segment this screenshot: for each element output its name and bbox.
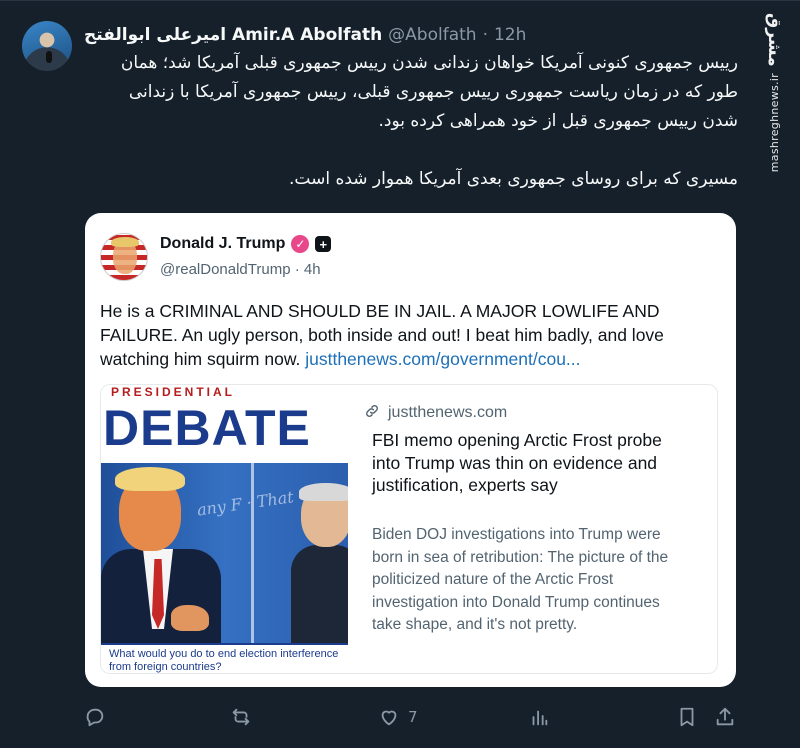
bookmark-button[interactable] <box>676 701 698 733</box>
banner-top-text: PRESIDENTIAL <box>111 385 236 399</box>
author-name-fa[interactable]: امیرعلی ابوالفتح <box>84 25 226 45</box>
author-avatar[interactable] <box>22 21 72 71</box>
quoted-time[interactable]: 4h <box>304 261 321 278</box>
verified-badge-icon: ✓ <box>291 235 310 253</box>
plus-badge-icon: + <box>315 236 332 252</box>
link-preview-card[interactable]: PRESIDENTIAL DEBATE any F · That · Peopl… <box>100 384 718 674</box>
tweet-text: رییس جمهوری کنونی آمریکا خواهان زندانی ش… <box>90 49 738 194</box>
watermark-logo: مشرق <box>764 13 784 67</box>
image-chyron: What would you do to end election interf… <box>101 643 348 673</box>
tweet-paragraph-1: رییس جمهوری کنونی آمریکا خواهان زندانی ش… <box>120 53 738 131</box>
views-button[interactable] <box>528 701 550 733</box>
link-title[interactable]: FBI memo opening Arctic Frost probe into… <box>372 429 692 497</box>
quoted-author-name[interactable]: Donald J. Trump <box>160 235 285 253</box>
retweet-button[interactable] <box>230 701 252 733</box>
like-button[interactable]: 7 <box>378 701 418 733</box>
watermark-url: mashreghnews.ir <box>767 72 781 172</box>
tweet-paragraph-2: مسیری که برای روسای جمهوری بعدی آمریکا ه… <box>288 169 738 189</box>
tweet-header: امیرعلی ابوالفتح Amir.A Abolfath @Abolfa… <box>84 23 526 47</box>
quoted-meta: @realDonaldTrump · 4h <box>160 261 321 278</box>
quoted-text: He is a CRIMINAL AND SHOULD BE IN JAIL. … <box>100 299 720 371</box>
author-handle[interactable]: @Abolfath <box>388 25 476 45</box>
debate-stage: any F · That · People · the R <box>101 463 348 649</box>
quoted-author-avatar[interactable] <box>100 233 148 281</box>
author-name[interactable]: Amir.A Abolfath <box>232 25 382 45</box>
tweet-time[interactable]: 12h <box>494 25 526 45</box>
share-button[interactable] <box>714 701 736 733</box>
reply-button[interactable] <box>84 701 106 733</box>
tweet-actions: 7 <box>84 701 750 733</box>
quoted-header: Donald J. Trump ✓ + <box>160 233 332 255</box>
quoted-separator: · <box>294 261 300 278</box>
watermark: مشرق mashreghnews.ir <box>756 13 792 172</box>
like-count: 7 <box>408 708 418 726</box>
reply-icon <box>86 708 104 727</box>
quoted-handle[interactable]: @realDonaldTrump <box>160 261 291 278</box>
banner-word: DEBATE <box>103 400 311 456</box>
quoted-tweet[interactable]: Donald J. Trump ✓ + @realDonaldTrump · 4… <box>85 213 736 687</box>
link-domain: justthenews.com <box>388 404 508 421</box>
share-icon <box>716 707 734 726</box>
tweet[interactable]: امیرعلی ابوالفتح Amir.A Abolfath @Abolfa… <box>0 0 800 748</box>
link-preview-image[interactable]: PRESIDENTIAL DEBATE any F · That · Peopl… <box>101 385 348 673</box>
debate-banner: PRESIDENTIAL DEBATE <box>101 385 348 463</box>
heart-icon <box>381 710 397 726</box>
link-icon <box>364 403 380 423</box>
views-icon <box>532 710 548 726</box>
link-domain-row: justthenews.com <box>364 403 507 423</box>
quoted-link[interactable]: justthenews.com/government/cou... <box>305 349 580 369</box>
separator-dot: · <box>482 25 488 45</box>
retweet-icon <box>232 708 250 726</box>
bookmark-icon <box>680 707 694 727</box>
link-description: Biden DOJ investigations into Trump were… <box>372 526 669 633</box>
